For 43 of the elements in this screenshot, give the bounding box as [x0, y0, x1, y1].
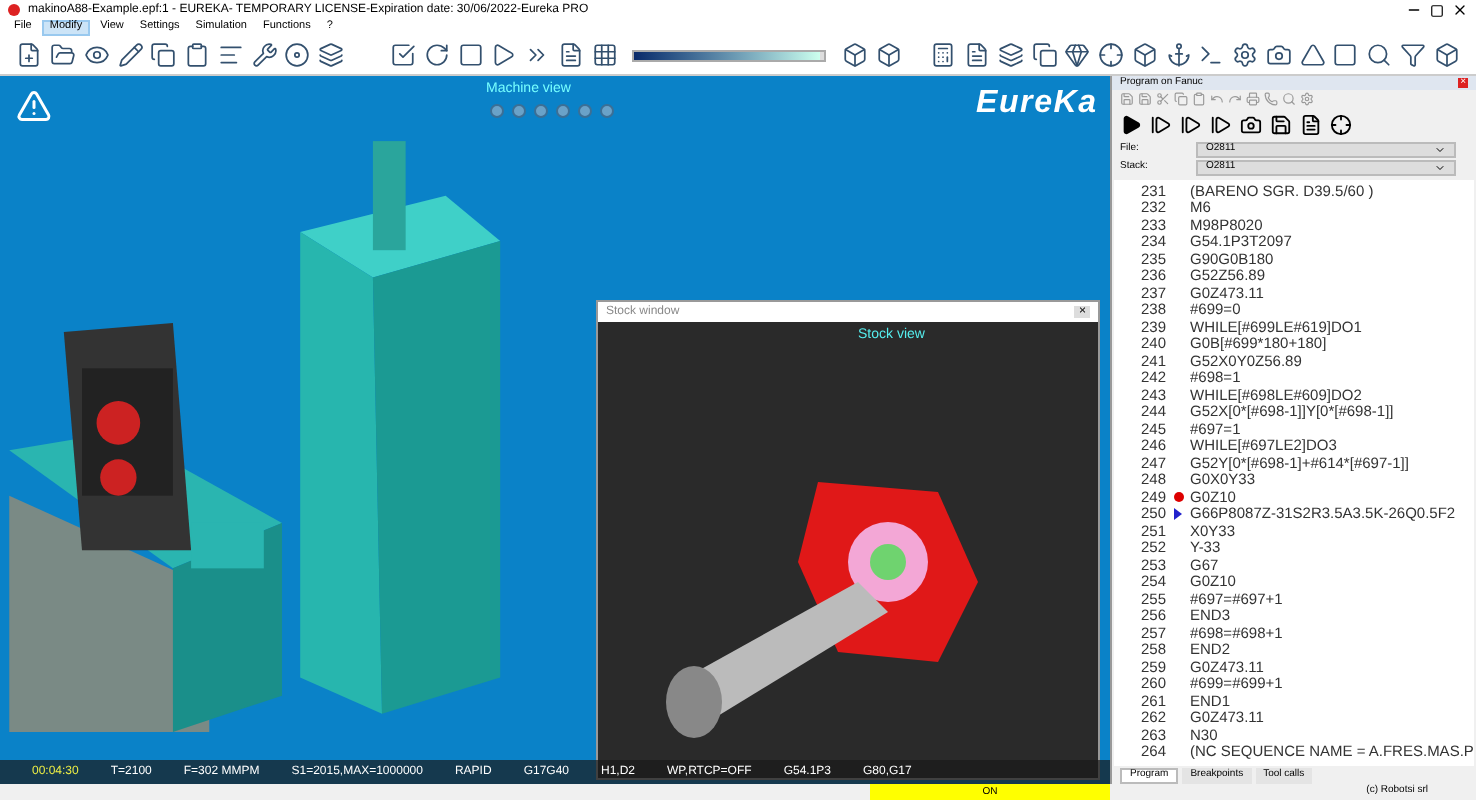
logo: EureKa	[976, 84, 1098, 124]
calculator-icon[interactable]	[929, 38, 958, 72]
play-icon[interactable]	[489, 38, 518, 72]
stack-icon[interactable]	[996, 38, 1025, 72]
document-icon[interactable]	[1300, 113, 1322, 135]
box-icon[interactable]	[1130, 38, 1159, 72]
maximize-icon[interactable]	[1430, 3, 1444, 17]
copy-icon[interactable]	[150, 38, 178, 72]
layers-icon[interactable]	[317, 38, 345, 72]
stop-icon[interactable]	[456, 38, 484, 72]
new-file-icon[interactable]	[16, 38, 44, 72]
close-icon[interactable]	[1452, 2, 1468, 18]
save-icon[interactable]	[1270, 113, 1292, 135]
reset-icon[interactable]	[422, 38, 451, 72]
triangle-icon[interactable]	[1298, 38, 1326, 72]
pencil-icon[interactable]	[116, 38, 144, 72]
disc-icon[interactable]	[284, 38, 312, 72]
clipboard-icon[interactable]	[183, 38, 211, 72]
view-icon[interactable]	[840, 38, 869, 72]
warning-icon	[16, 88, 52, 124]
pages-icon[interactable]	[1030, 38, 1058, 72]
step-icon[interactable]	[1150, 113, 1172, 135]
crosshair-icon[interactable]	[1097, 38, 1125, 72]
gem-icon[interactable]	[1063, 38, 1092, 72]
cube-icon[interactable]	[1432, 38, 1460, 72]
search-icon[interactable]	[1365, 38, 1393, 72]
filter-icon[interactable]	[1398, 38, 1427, 72]
grid-icon[interactable]	[590, 38, 618, 72]
tools-icon[interactable]	[250, 38, 278, 72]
crosshair-icon[interactable]	[1330, 113, 1352, 135]
view-alt-icon[interactable]	[874, 38, 902, 72]
speed-slider[interactable]	[631, 49, 827, 61]
document-icon[interactable]	[556, 38, 585, 72]
frame-icon[interactable]	[1331, 38, 1360, 72]
checkbox-icon[interactable]	[389, 38, 417, 72]
app-icon	[8, 4, 20, 16]
step-over-icon[interactable]	[1210, 113, 1232, 135]
camera-icon[interactable]	[1240, 113, 1262, 135]
run-icon[interactable]	[1120, 113, 1142, 135]
step-into-icon[interactable]	[1180, 113, 1202, 135]
anchor-icon[interactable]	[1164, 38, 1192, 72]
report-icon[interactable]	[963, 38, 991, 72]
settings-icon[interactable]	[1231, 38, 1259, 72]
